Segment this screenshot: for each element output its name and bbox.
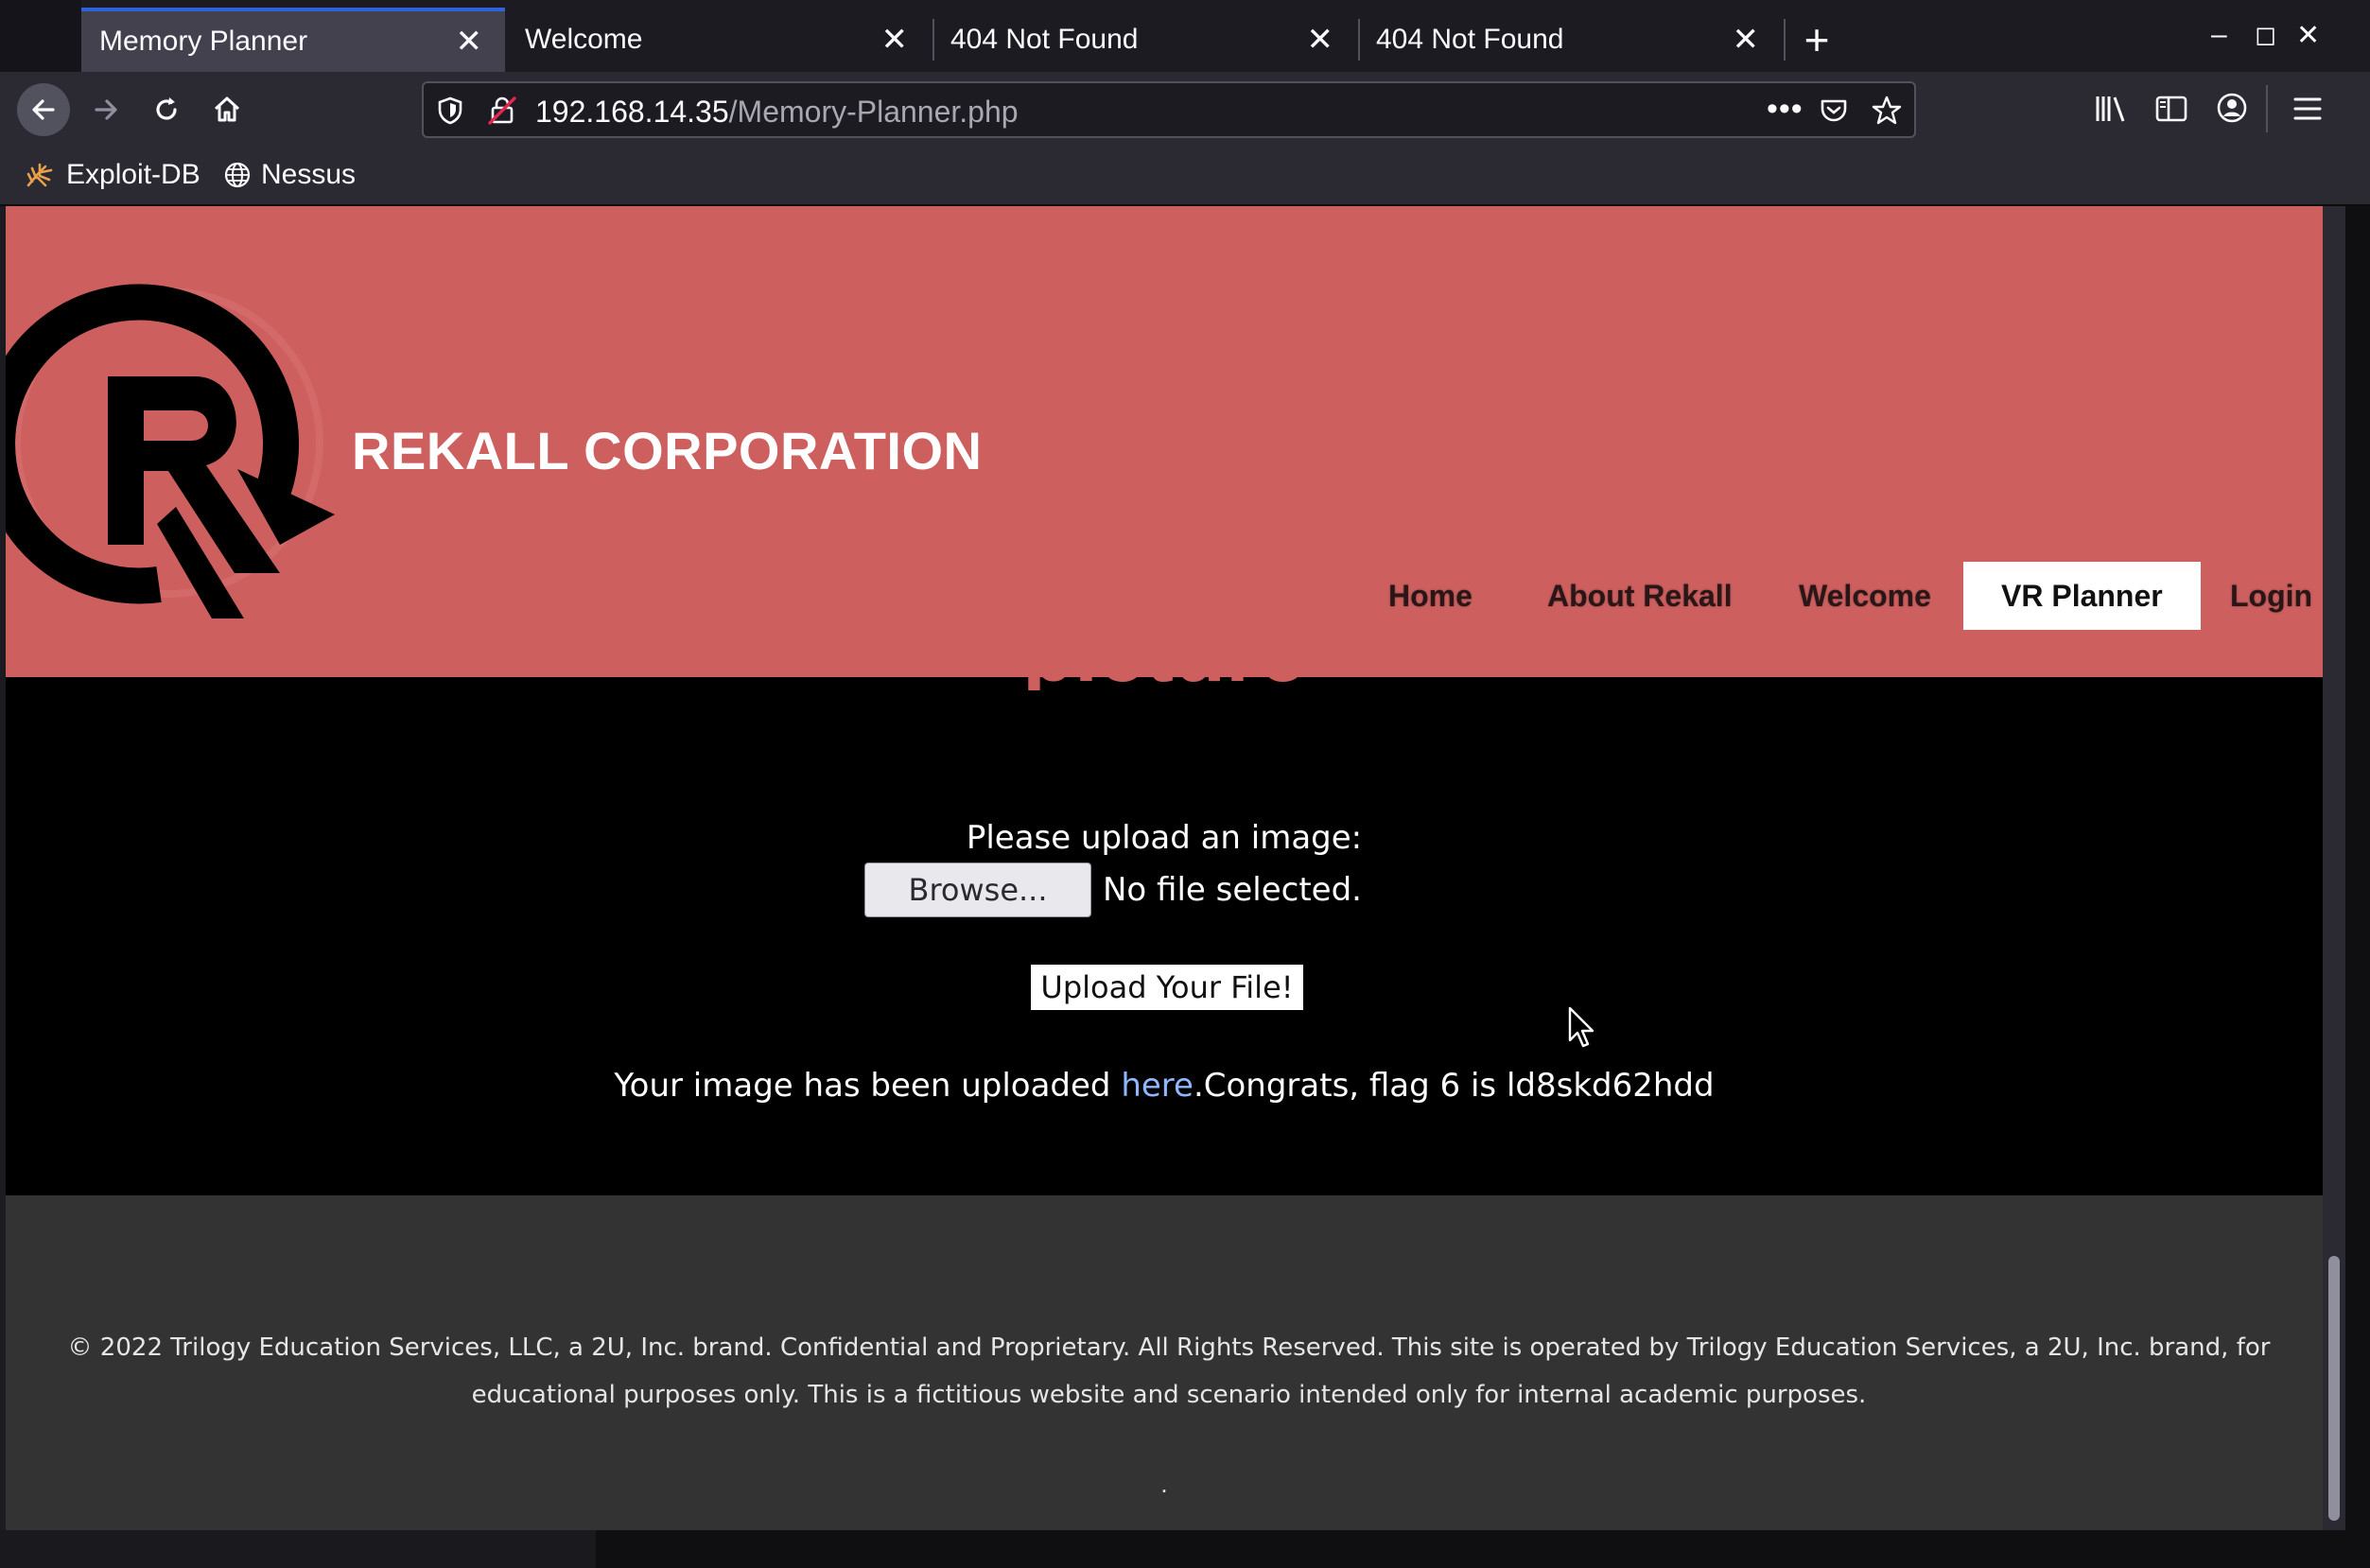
window-edge bbox=[2345, 206, 2370, 1568]
bookmark-star-icon[interactable] bbox=[1871, 95, 1903, 127]
forward-arrow-icon bbox=[95, 99, 117, 120]
footer-copyright: © 2022 Trilogy Education Services, LLC, … bbox=[67, 1333, 2271, 1409]
bookmark-label: Nessus bbox=[261, 159, 357, 190]
site-footer: © 2022 Trilogy Education Services, LLC, … bbox=[6, 1195, 2323, 1530]
library-icon[interactable] bbox=[2094, 93, 2128, 125]
desktop-strip bbox=[0, 1530, 2370, 1568]
new-tab-plus-icon[interactable]: + bbox=[1790, 13, 1843, 66]
nav-vr-planner[interactable]: VR Planner bbox=[1963, 562, 2201, 630]
tab-welcome[interactable]: Welcome ✕ bbox=[507, 8, 931, 72]
browse-button[interactable]: Browse... bbox=[864, 862, 1091, 917]
upload-section: picture Please upload an image: Browse..… bbox=[6, 634, 2323, 1195]
sidebar-icon[interactable] bbox=[2154, 93, 2188, 125]
site-header: REKALL CORPORATION Home About Rekall Wel… bbox=[6, 206, 2323, 677]
brand-title: REKALL CORPORATION bbox=[352, 421, 983, 480]
forward-button[interactable] bbox=[79, 83, 132, 136]
nav-home[interactable]: Home bbox=[1388, 562, 1473, 630]
tab-title: 404 Not Found bbox=[950, 24, 1139, 55]
pocket-icon[interactable] bbox=[1818, 95, 1850, 127]
back-button[interactable] bbox=[17, 83, 70, 136]
close-icon[interactable]: ✕ bbox=[881, 24, 909, 56]
upload-result-message: Your image has been uploaded here.Congra… bbox=[6, 1067, 2323, 1105]
browser-toolbar: 192.168.14.35/Memory-Planner.php ••• bbox=[0, 72, 2370, 146]
tab-404-a[interactable]: 404 Not Found ✕ bbox=[932, 8, 1356, 72]
home-button[interactable] bbox=[200, 83, 253, 136]
spider-icon bbox=[26, 163, 53, 187]
result-flag-text: .Congrats, flag 6 is ld8skd62hdd bbox=[1193, 1067, 1715, 1105]
tab-title: Memory Planner bbox=[99, 26, 308, 57]
bookmark-nessus[interactable]: Nessus bbox=[223, 159, 356, 191]
close-icon[interactable]: ✕ bbox=[1307, 24, 1334, 56]
minimize-icon[interactable]: – bbox=[2211, 19, 2227, 51]
bookmark-exploit-db[interactable]: Exploit-DB bbox=[25, 159, 200, 191]
url-host: 192.168.14.35 bbox=[535, 95, 729, 129]
page-scrollbar[interactable] bbox=[2323, 206, 2345, 1530]
account-icon[interactable] bbox=[2215, 91, 2249, 125]
footer-dot: . bbox=[1160, 1470, 1168, 1498]
uploaded-file-link[interactable]: here bbox=[1121, 1067, 1194, 1105]
insecure-lock-icon[interactable] bbox=[486, 95, 518, 127]
nav-login[interactable]: Login bbox=[2230, 562, 2312, 630]
close-icon[interactable]: ✕ bbox=[1733, 24, 1760, 56]
no-file-text: No file selected. bbox=[1103, 871, 1362, 909]
tab-404-b[interactable]: 404 Not Found ✕ bbox=[1358, 8, 1782, 72]
desktop-panel bbox=[0, 1530, 596, 1568]
tab-title: 404 Not Found bbox=[1376, 24, 1564, 55]
file-input[interactable]: Browse... No file selected. bbox=[864, 862, 1362, 917]
close-icon[interactable]: ✕ bbox=[456, 26, 483, 58]
url-bar[interactable]: 192.168.14.35/Memory-Planner.php ••• bbox=[422, 81, 1916, 138]
tab-memory-planner[interactable]: Memory Planner ✕ bbox=[81, 8, 505, 72]
globe-icon bbox=[224, 162, 251, 188]
browser-tab-bar: Memory Planner ✕ Welcome ✕ 404 Not Found… bbox=[0, 0, 2370, 72]
reload-button[interactable] bbox=[140, 83, 193, 136]
shield-icon[interactable] bbox=[437, 96, 463, 125]
back-arrow-icon bbox=[32, 99, 55, 120]
tabbar-corner bbox=[0, 0, 81, 72]
toolbar-divider bbox=[2266, 85, 2268, 132]
result-prefix: Your image has been uploaded bbox=[614, 1067, 1122, 1105]
partial-heading: picture bbox=[1021, 634, 1307, 690]
hamburger-menu-icon[interactable] bbox=[2292, 95, 2323, 123]
mouse-cursor-icon bbox=[1568, 1006, 1595, 1048]
rekall-logo-icon[interactable] bbox=[6, 270, 356, 630]
url-path: /Memory-Planner.php bbox=[728, 95, 1019, 129]
bookmark-label: Exploit-DB bbox=[66, 159, 200, 190]
page-viewport: REKALL CORPORATION Home About Rekall Wel… bbox=[6, 206, 2323, 1530]
reload-icon bbox=[156, 97, 177, 120]
home-icon bbox=[214, 96, 240, 122]
maximize-icon[interactable]: ◻ bbox=[2255, 19, 2276, 50]
url-text[interactable]: 192.168.14.35/Memory-Planner.php bbox=[535, 95, 1019, 130]
window-close-icon[interactable]: ✕ bbox=[2296, 19, 2320, 52]
bookmarks-bar: Exploit-DB Nessus bbox=[0, 146, 2370, 206]
tab-separator bbox=[1784, 19, 1786, 61]
scrollbar-thumb[interactable] bbox=[2328, 1256, 2340, 1521]
nav-about-rekall[interactable]: About Rekall bbox=[1547, 562, 1733, 630]
nav-welcome[interactable]: Welcome bbox=[1799, 562, 1931, 630]
page-actions-ellipsis-icon[interactable]: ••• bbox=[1767, 91, 1804, 128]
tab-title: Welcome bbox=[525, 24, 643, 55]
upload-file-button[interactable]: Upload Your File! bbox=[1029, 963, 1305, 1012]
upload-label: Please upload an image: bbox=[966, 819, 1363, 857]
